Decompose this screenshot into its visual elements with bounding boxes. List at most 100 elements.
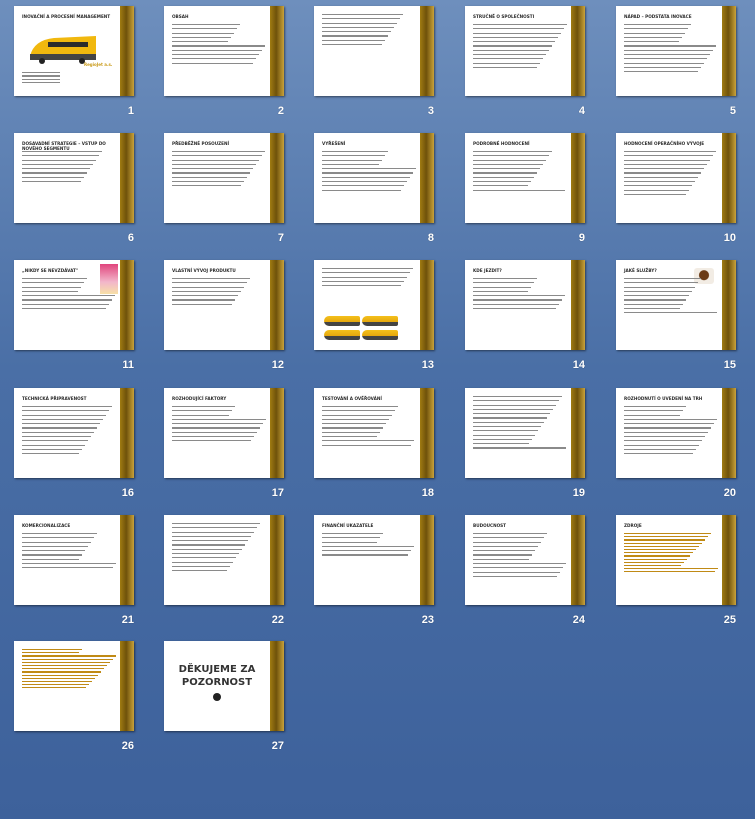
slide-accent-bar — [270, 388, 284, 478]
text-line — [322, 163, 379, 166]
slide-thumbnail-23[interactable]: FINANČNÍ UKAZATELE — [314, 515, 434, 605]
text-line — [22, 658, 113, 660]
slide-thumbnail-24[interactable]: BUDOUCNOST — [465, 515, 585, 605]
slide-thumbnail-16[interactable]: TECHNICKÁ PŘIPRAVENOST — [14, 388, 134, 478]
train-image — [362, 330, 398, 340]
slide-thumbnail-27[interactable]: DĚKUJEME ZA POZORNOST — [164, 641, 284, 731]
text-line — [624, 53, 710, 56]
slide-thumbnail-17[interactable]: ROZHODUJÍCÍ FAKTORY — [164, 388, 284, 478]
slide-thumbnail-13[interactable] — [314, 260, 434, 350]
slide-thumbnail-12[interactable]: VLASTNÍ VÝVOJ PRODUKTU — [164, 260, 284, 350]
text-line — [624, 299, 686, 301]
slide-thumbnail-18[interactable]: TESTOVÁNÍ A OVĚŘOVÁNÍ — [314, 388, 434, 478]
slide-title: NÁPAD – PODSTATA INOVACE — [624, 14, 692, 19]
slide-number: 20 — [723, 487, 736, 499]
slide-accent-bar — [120, 6, 134, 96]
text-line — [624, 431, 708, 433]
slide-number: 8 — [427, 232, 434, 244]
slide-thumbnail-4[interactable]: STRUČNĚ O SPOLEČNOSTI — [465, 6, 585, 96]
slide-thumbnail-3[interactable] — [314, 6, 434, 96]
slide-thumbnail-11[interactable]: „NIKDY SE NEVZDÁVAT" — [14, 260, 134, 350]
text-line — [624, 414, 680, 416]
text-line — [172, 185, 241, 187]
text-line — [22, 661, 110, 663]
text-line — [473, 24, 567, 26]
text-line — [624, 453, 693, 455]
slide-body-text — [172, 523, 268, 574]
text-line — [322, 280, 404, 283]
text-line — [624, 282, 698, 284]
text-line — [624, 418, 717, 421]
text-line — [22, 168, 90, 170]
slide-thumbnail-14[interactable]: KDE JEZDIT? — [465, 260, 585, 350]
text-line — [322, 14, 403, 16]
slide-number: 12 — [271, 359, 284, 371]
text-line — [473, 278, 537, 280]
slide-thumbnail-5[interactable]: NÁPAD – PODSTATA INOVACE — [616, 6, 736, 96]
text-line — [322, 410, 395, 412]
slide-accent-bar — [722, 133, 736, 223]
slide-thumbnail-26[interactable] — [14, 641, 134, 731]
text-line — [22, 282, 84, 284]
slide-number: 2 — [277, 105, 284, 117]
slide-title: KDE JEZDIT? — [473, 268, 502, 273]
text-line — [624, 410, 683, 412]
text-line — [624, 185, 692, 187]
slide-thumbnail-10[interactable]: HODNOCENÍ OPERAČNÍHO VÝVOJE — [616, 133, 736, 223]
text-line — [473, 32, 561, 34]
text-line — [473, 400, 559, 402]
text-line — [172, 535, 251, 538]
text-line — [473, 282, 534, 284]
text-line — [473, 303, 559, 305]
slide-accent-bar — [571, 388, 585, 478]
text-line — [322, 168, 416, 170]
text-line — [322, 35, 388, 37]
text-line — [624, 440, 702, 442]
slide-thumbnail-2[interactable]: OBSAH — [164, 6, 284, 96]
text-line — [322, 155, 385, 157]
slide-accent-bar — [270, 260, 284, 350]
text-line — [22, 558, 79, 560]
slide-thumbnail-22[interactable] — [164, 515, 284, 605]
text-line — [172, 45, 265, 47]
text-line — [473, 58, 543, 60]
text-line — [172, 423, 263, 425]
text-line — [22, 554, 82, 556]
slide-thumbnail-6[interactable]: DOSAVADNÍ STRATEGIE – VSTUP DO NOVÉHO SE… — [14, 133, 134, 223]
train-image — [324, 316, 360, 326]
text-line — [22, 78, 60, 80]
text-line — [473, 533, 547, 535]
text-line — [624, 163, 707, 166]
slide-thumbnail-21[interactable]: KOMERCIONALIZACE — [14, 515, 134, 605]
slide-thumbnail-25[interactable]: ZDROJE — [616, 515, 736, 605]
text-line — [473, 413, 550, 415]
slide-title: VYŘEŠENÍ — [322, 141, 346, 146]
slide-thumbnail-7[interactable]: PŘEDBĚŽNÉ POSOUZENÍ — [164, 133, 284, 223]
slide-thumbnail-9[interactable]: PODROBNÉ HODNOCENÍ — [465, 133, 585, 223]
slide-accent-bar — [270, 6, 284, 96]
slide-accent-bar — [420, 515, 434, 605]
text-line — [172, 565, 230, 567]
slide-thumbnail-20[interactable]: ROZHODNUTÍ O UVEDENÍ NA TRH — [616, 388, 736, 478]
text-line — [473, 541, 541, 543]
text-line — [624, 406, 686, 408]
slide-title: VLASTNÍ VÝVOJ PRODUKTU — [172, 268, 236, 273]
text-line — [172, 414, 229, 416]
text-line — [473, 425, 541, 428]
text-line — [624, 555, 690, 557]
slide-body-text — [22, 533, 118, 572]
text-line — [22, 159, 96, 161]
text-line — [322, 31, 391, 33]
slide-title: DĚKUJEME ZA POZORNOST — [178, 664, 256, 688]
slide-thumbnail-1[interactable]: INOVAČNÍ A PROCESNÍ MANAGEMENT RegioJet a… — [14, 6, 134, 96]
text-line — [624, 32, 685, 34]
slide-thumbnail-19[interactable] — [465, 388, 585, 478]
text-line — [22, 444, 85, 446]
slide-number: 7 — [277, 232, 284, 244]
text-line — [172, 62, 253, 64]
text-line — [22, 533, 97, 535]
text-line — [22, 664, 107, 667]
text-line — [22, 176, 84, 178]
slide-thumbnail-15[interactable]: JAKÉ SLUŽBY? — [616, 260, 736, 350]
slide-thumbnail-8[interactable]: VYŘEŠENÍ — [314, 133, 434, 223]
